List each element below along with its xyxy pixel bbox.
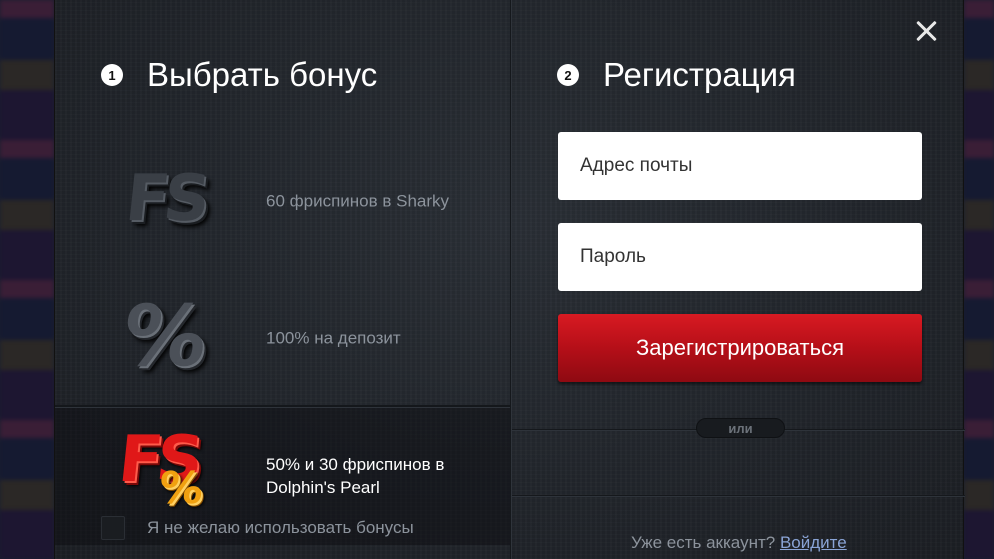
no-bonus-checkbox[interactable] [101,516,125,540]
choose-bonus-heading: 1 Выбрать бонус [101,56,377,94]
bonus-option-label: 50% и 30 фриспинов в Dolphin's Pearl [266,455,445,497]
bonus-option-deposit[interactable]: % 100% на депозит [55,270,510,406]
fs-percent-icon: FS % [115,423,206,514]
bonus-option-label: 60 фриспинов в Sharky [266,191,450,211]
bottom-divider-line [512,495,965,497]
background-page-left [0,0,54,559]
choose-bonus-title: Выбрать бонус [147,56,378,93]
login-prompt-text: Уже есть аккаунт? [631,533,776,552]
step-number-badge: 1 [101,64,123,86]
step-number-badge: 2 [557,64,579,86]
bonus-option-label: 100% на депозит [266,328,401,348]
login-link[interactable]: Войдите [780,533,847,552]
password-field[interactable] [558,223,922,291]
background-page-right [964,0,994,559]
registration-modal: 1 Выбрать бонус FS 60 фриспинов в Sharky… [54,0,965,559]
registration-title: Регистрация [603,56,796,93]
close-icon[interactable] [911,16,941,46]
percent-icon: % [116,287,214,385]
or-separator: или [696,418,785,438]
column-divider [510,0,512,559]
email-field[interactable] [558,132,922,200]
no-bonus-label: Я не желаю использовать бонусы [147,518,414,537]
registration-heading: 2 Регистрация [557,56,796,94]
fs-icon: FS [122,162,208,236]
no-bonus-checkbox-row[interactable]: Я не желаю использовать бонусы [101,516,414,540]
login-prompt: Уже есть аккаунт? Войдите [631,533,847,553]
register-button[interactable]: Зарегистрироваться [558,314,922,382]
bonus-option-freespins[interactable]: FS 60 фриспинов в Sharky [55,133,510,269]
